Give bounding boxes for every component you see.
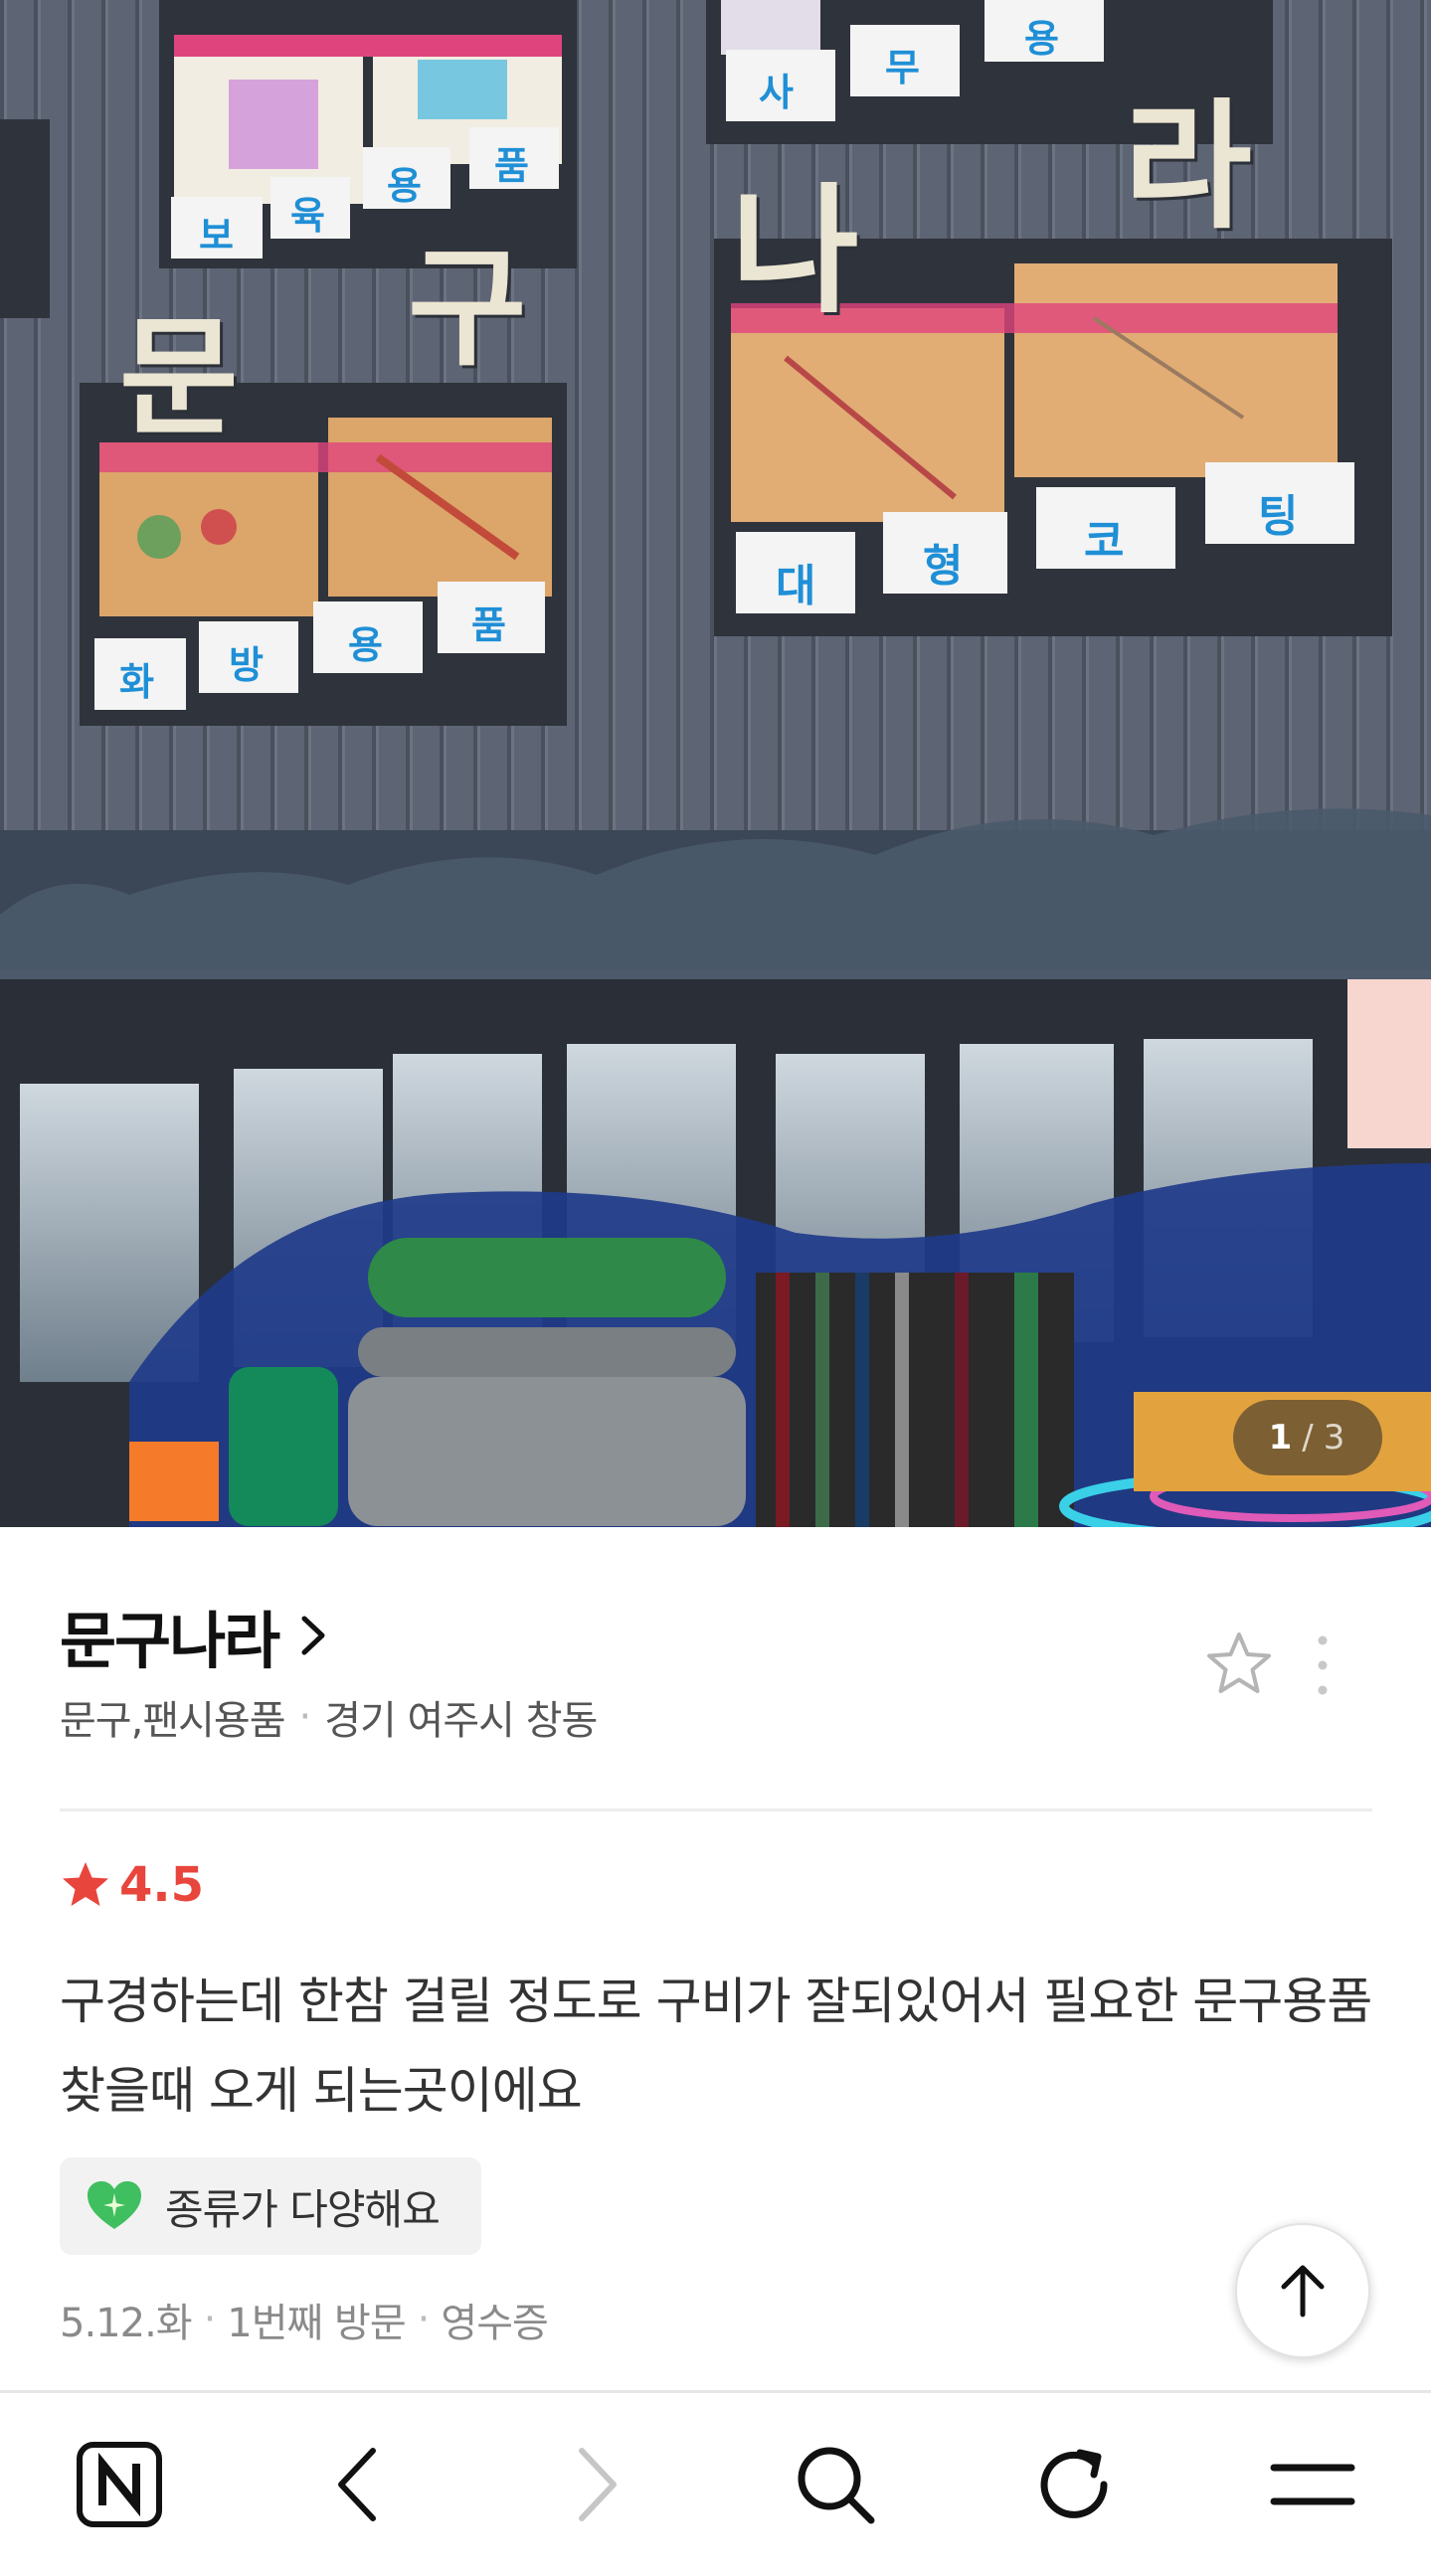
back-icon xyxy=(338,2448,376,2521)
photo-counter-total: 3 xyxy=(1323,1418,1347,1458)
back-button[interactable] xyxy=(259,2393,457,2576)
sign-tile-text: 대 xyxy=(776,561,816,611)
heart-icon xyxy=(88,2181,141,2229)
sign-tile-text: 무 xyxy=(885,46,920,89)
place-meta: 문구,팬시용품 · 경기 여주시 창동 xyxy=(60,1688,598,1746)
visit-meta: 5.12.화 · 1번째 방문 · 영수증 xyxy=(60,2291,549,2348)
arrow-up-icon xyxy=(1281,2265,1325,2318)
photo-counter-separator: / xyxy=(1302,1418,1316,1458)
meta-separator: · xyxy=(298,1694,312,1740)
visit-date: 5.12.화 xyxy=(60,2301,193,2346)
naver-home-icon xyxy=(77,2442,162,2527)
place-location: 경기 여주시 창동 xyxy=(324,1698,598,1744)
sign-tile-text: 용 xyxy=(387,164,422,208)
forward-button[interactable] xyxy=(497,2393,696,2576)
sign-tile-text: 용 xyxy=(1024,17,1059,61)
rating: 4.5 xyxy=(60,1857,204,1913)
divider xyxy=(60,1808,1372,1811)
keyword-label: 종류가 다양해요 xyxy=(165,2184,441,2234)
star-outline-icon[interactable] xyxy=(1203,1629,1275,1700)
place-photo[interactable]: 문 구 나 라 보 육 용 품 사 무 용 화 방 용 품 대 형 코 팅 1 … xyxy=(0,0,1431,1527)
more-vertical-icon[interactable] xyxy=(1311,1631,1335,1700)
sign-tile-text: 화 xyxy=(119,660,154,704)
sign-tile-text: 사 xyxy=(759,71,794,114)
search-icon xyxy=(798,2447,875,2524)
sign-tile-text: 보 xyxy=(199,214,234,258)
refresh-icon xyxy=(1040,2449,1108,2518)
browser-bottom-nav xyxy=(0,2390,1431,2576)
photo-counter: 1 / 3 xyxy=(1233,1400,1382,1475)
forward-icon xyxy=(579,2448,617,2521)
meta-separator: · xyxy=(417,2297,431,2342)
sign-tile-text: 코 xyxy=(1084,516,1125,567)
sign-tile-text: 육 xyxy=(290,194,325,238)
visit-count: 1번째 방문 xyxy=(227,2301,406,2346)
menu-button[interactable] xyxy=(1213,2393,1412,2576)
sign-tile-text: 형 xyxy=(923,541,964,592)
sign-tile-text: 용 xyxy=(348,623,383,667)
refresh-button[interactable] xyxy=(975,2393,1173,2576)
keyword-chip: 종류가 다양해요 xyxy=(60,2157,481,2255)
sign-tile-text: 품 xyxy=(471,603,506,647)
sign-tile-text: 팅 xyxy=(1258,491,1299,542)
star-filled-icon xyxy=(63,1862,108,1906)
place-title-link[interactable]: 문구나라 xyxy=(60,1591,328,1680)
sign-tile-text: 품 xyxy=(494,144,529,188)
menu-icon xyxy=(1270,2464,1355,2505)
review-text[interactable]: 구경하는데 한참 걸릴 정도로 구비가 잘되있어서 필요한 문구용품 찾을때 오… xyxy=(60,1957,1382,2136)
visit-proof: 영수증 xyxy=(441,2301,548,2346)
photo-counter-current: 1 xyxy=(1268,1418,1295,1458)
search-button[interactable] xyxy=(736,2393,935,2576)
meta-separator: · xyxy=(203,2297,217,2342)
rating-value: 4.5 xyxy=(119,1857,205,1913)
sign-tile-labels: 보 육 용 품 사 무 용 화 방 용 품 대 형 코 팅 xyxy=(0,0,1431,915)
chevron-right-icon xyxy=(301,1616,325,1655)
place-category: 문구,팬시용품 xyxy=(60,1698,286,1744)
scroll-top-button[interactable] xyxy=(1235,2223,1370,2358)
sign-tile-text: 방 xyxy=(229,643,264,687)
place-name: 문구나라 xyxy=(60,1605,280,1677)
home-button[interactable] xyxy=(20,2393,219,2576)
